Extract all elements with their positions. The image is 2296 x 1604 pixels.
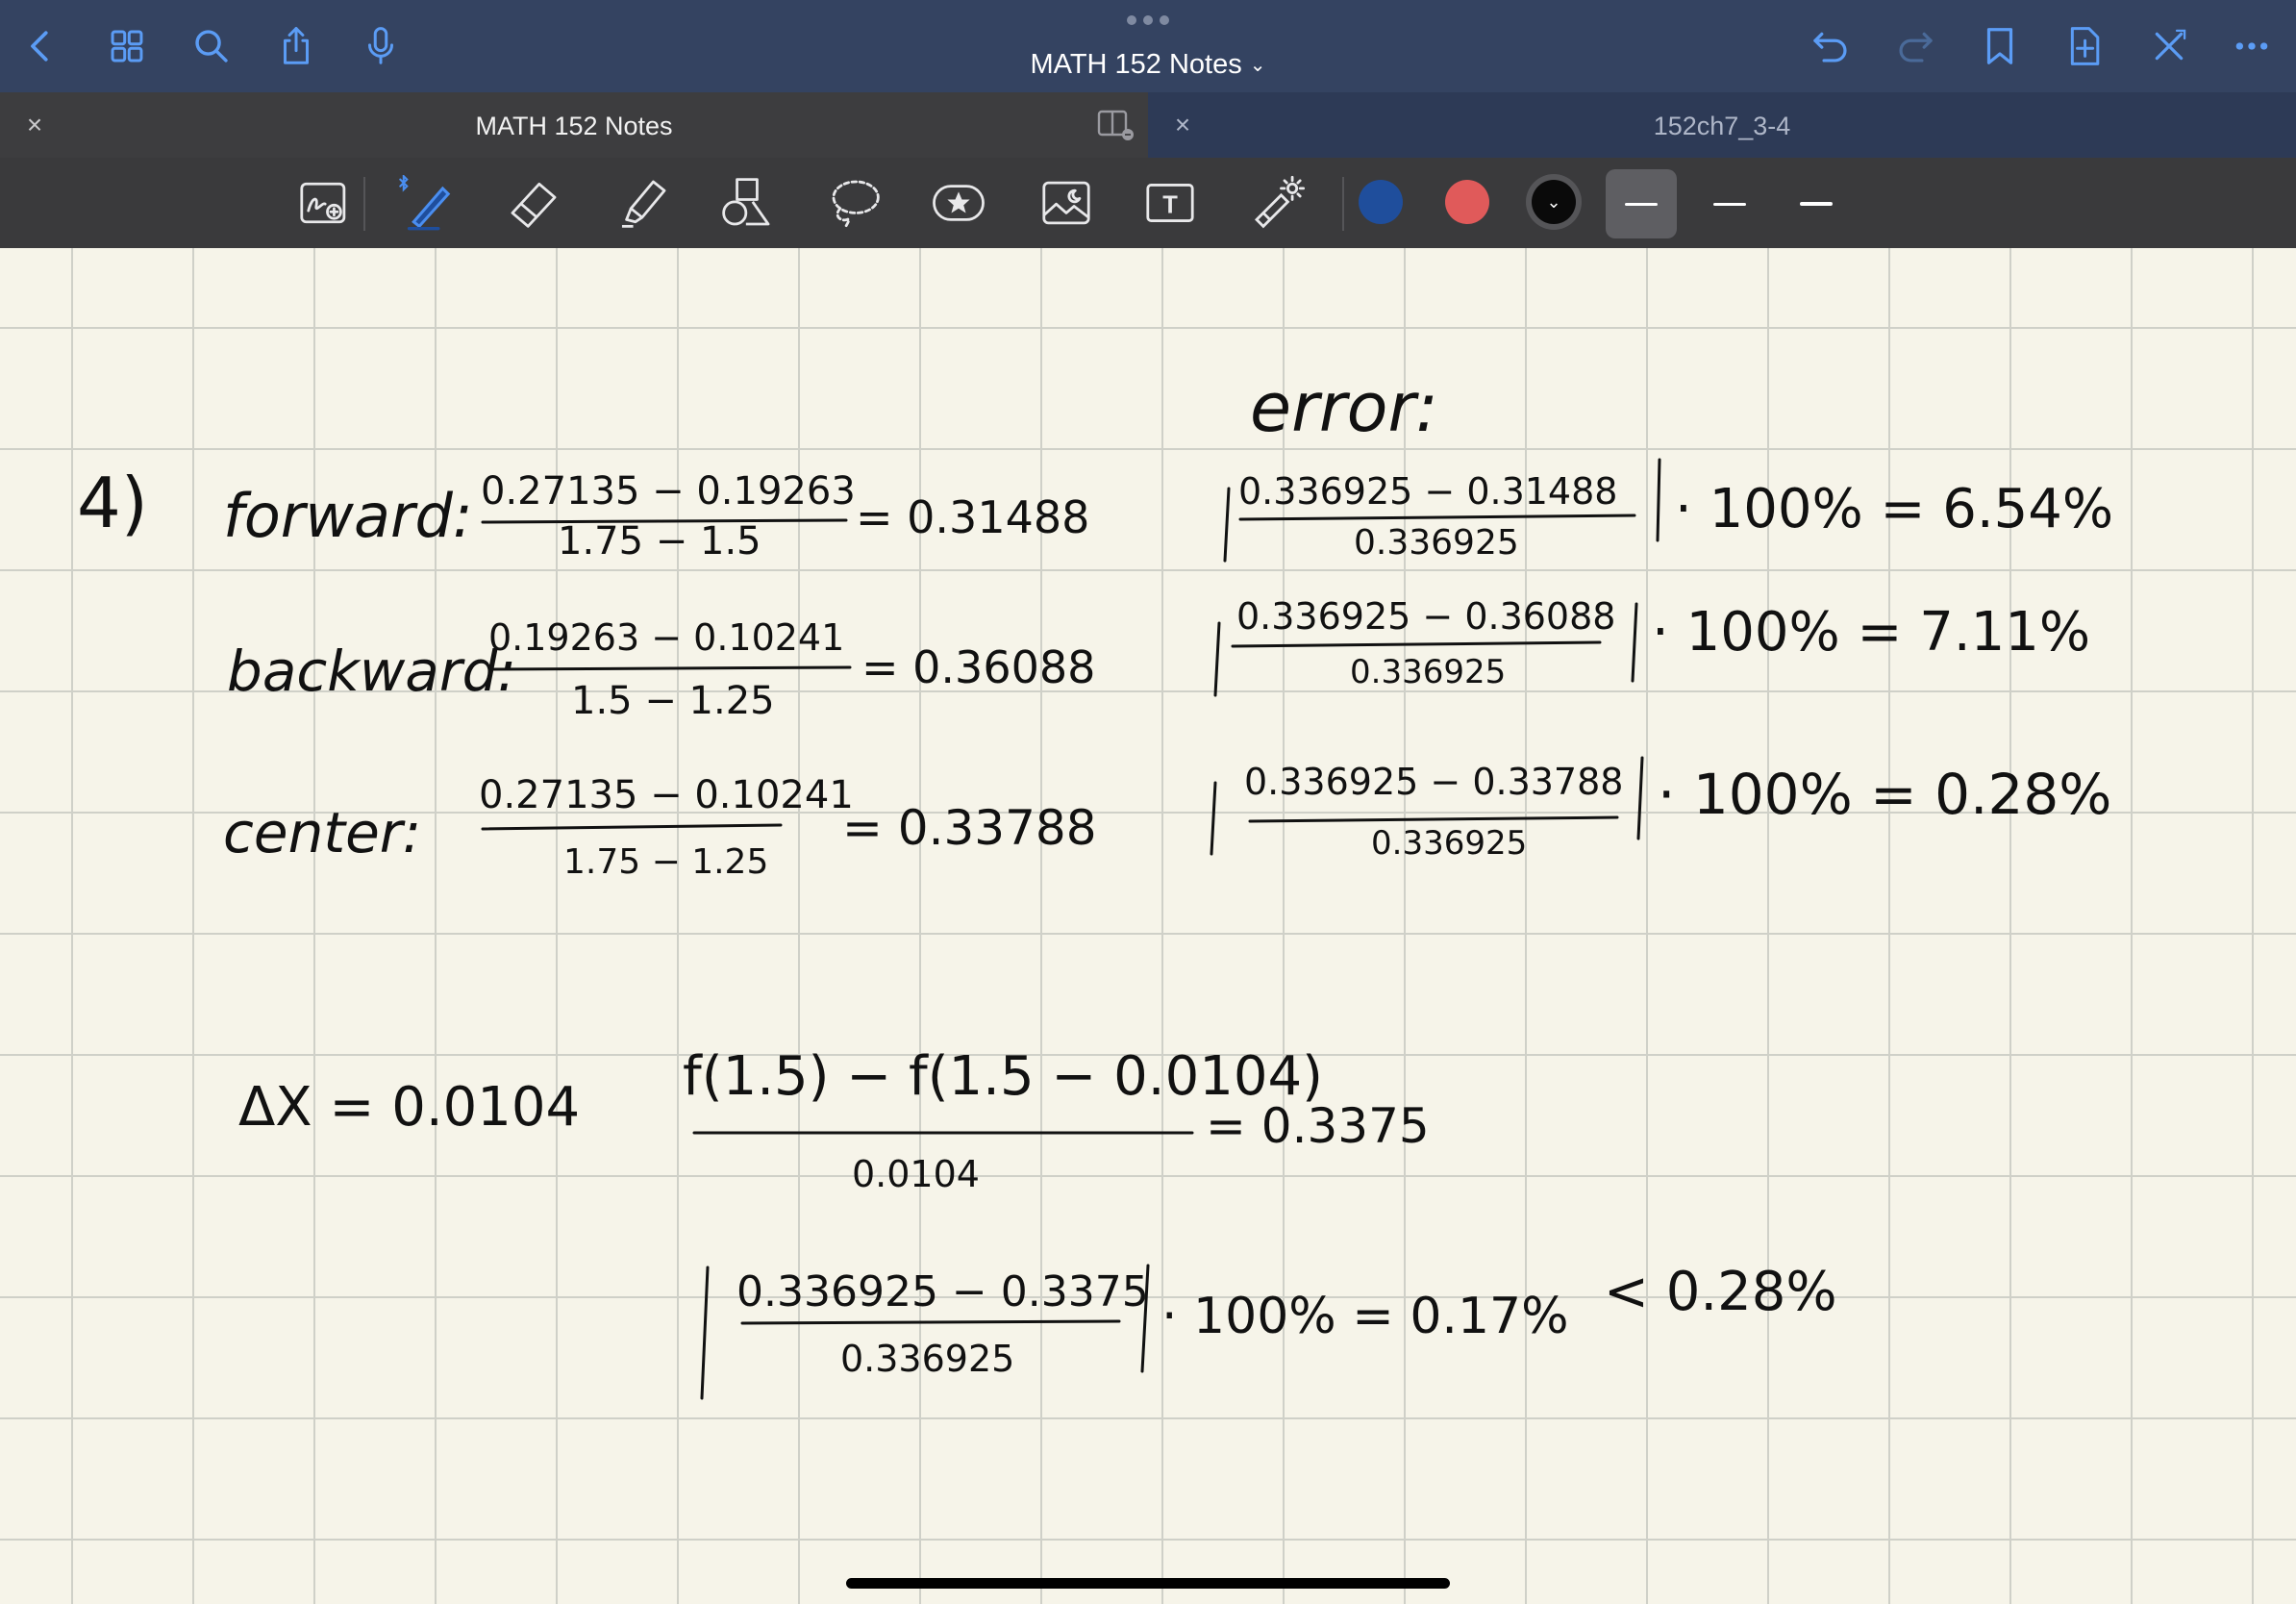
backward-result: = 0.36088 [861,641,1095,693]
note-canvas[interactable]: error: 4) forward: 0.27135 − 0.19263 1.7… [0,248,2296,1604]
problem-number: 4) [77,463,148,543]
navigation-bar: MATH 152 Notes ⌄ [0,0,2296,92]
fraction-bar [1248,815,1619,823]
multitasking-grabber[interactable] [1127,15,1169,27]
center-numerator: 0.27135 − 0.10241 [479,773,854,817]
abs-bar [1656,458,1661,542]
fraction-bar [1238,514,1636,521]
eraser-icon[interactable] [502,171,565,235]
forward-result: = 0.31488 [856,491,1089,543]
sticker-icon[interactable] [927,171,990,235]
error-heading: error: [1250,368,1438,447]
close-x-icon[interactable] [2140,17,2198,75]
final-error-numerator: 0.336925 − 0.3375 [736,1267,1149,1316]
abs-bar [1213,621,1221,697]
delta-x: ΔX = 0.0104 [238,1076,580,1139]
backward-error-result: · 100% = 7.11% [1652,601,2090,664]
abs-bar [700,1266,710,1400]
drawing-toolbar: T ⌄ [0,158,2296,248]
highlighter-icon[interactable] [611,171,675,235]
color-swatch-black[interactable]: ⌄ [1532,180,1576,224]
pen-icon[interactable] [394,171,458,235]
backward-error-numerator: 0.336925 − 0.36088 [1236,595,1615,638]
center-result: = 0.33788 [842,800,1097,856]
redo-icon[interactable] [1886,17,1944,75]
forward-error-denominator: 0.336925 [1354,523,1519,563]
tab-label: MATH 152 Notes [475,112,673,140]
fraction-bar [490,665,852,671]
image-icon[interactable] [1035,171,1098,235]
abs-bar [1223,487,1231,563]
color-swatch-blue[interactable] [1359,180,1403,224]
color-swatch-red[interactable] [1445,180,1489,224]
svg-text:T: T [1162,191,1178,218]
tab-label: 152ch7_3-4 [1653,112,1791,140]
shapes-icon[interactable] [715,171,779,235]
zoom-window-icon[interactable] [292,171,356,235]
more-icon[interactable] [2223,17,2281,75]
abs-bar [1636,756,1644,840]
tab-bar: × MATH 152 Notes × 152ch7_3-4 [0,92,2296,158]
tab-152ch7[interactable]: × 152ch7_3-4 [1148,92,2296,158]
fraction-bar [740,1319,1121,1325]
backward-numerator: 0.19263 − 0.10241 [488,616,844,659]
fraction-bar [481,823,783,831]
difference-quotient-denominator: 0.0104 [852,1153,980,1195]
final-error-denominator: 0.336925 [840,1338,1014,1380]
stroke-width-thin[interactable] [1606,169,1677,238]
toolbar-divider [1342,177,1344,231]
stroke-width-thick[interactable] [1781,169,1852,238]
final-error-result: · 100% = 0.17% [1161,1288,1569,1345]
bookmark-icon[interactable] [1971,17,2029,75]
lasso-icon[interactable] [823,171,886,235]
toolbar-divider [363,177,365,231]
abs-bar [1631,602,1638,683]
center-error-result: · 100% = 0.28% [1658,762,2111,827]
text-box-icon[interactable]: T [1138,171,1202,235]
comparison: < 0.28% [1604,1261,1837,1323]
tab-math-152-notes[interactable]: × MATH 152 Notes [0,92,1148,158]
forward-error-numerator: 0.336925 − 0.31488 [1238,470,1617,513]
center-error-denominator: 0.336925 [1371,824,1527,863]
abs-bar [1210,781,1217,856]
backward-denominator: 1.5 − 1.25 [571,679,775,723]
chevron-down-icon: ⌄ [1249,55,1266,76]
center-label: center: [223,800,421,865]
laser-pointer-icon[interactable] [1246,171,1310,235]
backward-error-denominator: 0.336925 [1350,653,1506,691]
handwritten-notes: error: 4) forward: 0.27135 − 0.19263 1.7… [77,368,2113,1400]
chevron-down-icon: ⌄ [1546,192,1561,212]
center-denominator: 1.75 − 1.25 [563,842,768,882]
center-error-numerator: 0.336925 − 0.33788 [1244,761,1623,803]
add-page-icon[interactable] [2056,17,2113,75]
home-indicator[interactable] [846,1578,1450,1589]
document-title: MATH 152 Notes [1030,49,1242,80]
stroke-width-medium[interactable] [1694,169,1765,238]
fraction-bar [1231,640,1602,648]
forward-denominator: 1.75 − 1.5 [558,519,761,564]
forward-error-result: · 100% = 6.54% [1675,478,2113,540]
split-view-icon[interactable] [1096,108,1135,142]
forward-numerator: 0.27135 − 0.19263 [481,469,856,514]
document-title-menu[interactable]: MATH 152 Notes ⌄ [0,46,2296,84]
backward-label: backward: [227,639,516,704]
undo-icon[interactable] [1802,17,1859,75]
forward-label: forward: [223,481,473,551]
difference-quotient-result: = 0.3375 [1206,1098,1430,1154]
